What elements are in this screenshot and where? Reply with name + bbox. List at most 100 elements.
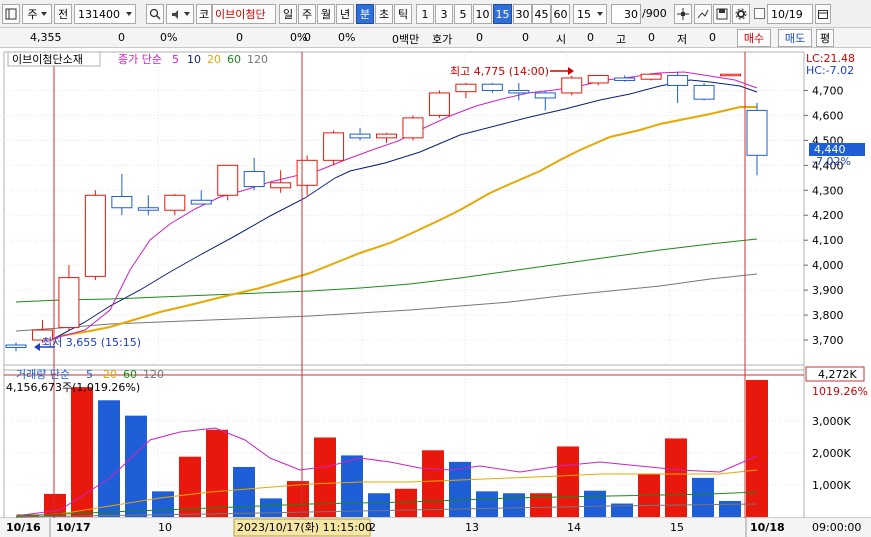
all-button[interactable]: 전 [54,4,72,24]
interval-45[interactable]: 45 [532,4,551,24]
gear-icon [735,8,747,20]
save-button[interactable] [713,4,731,24]
quote-price: 4,355 [30,31,62,44]
candle-body [270,182,292,189]
date-checkbox[interactable] [754,8,765,19]
candle-body [5,344,27,349]
volume-ma-20: 20 [103,368,117,381]
candle-body [402,117,424,139]
quote-open-label: 시 [556,33,567,46]
code-value: 131400 [78,7,120,21]
price-tick-label: 3,700 [812,334,844,347]
price-tick-label: 4,200 [812,209,844,222]
search-button[interactable] [146,4,164,24]
date-input[interactable]: 10/19 [767,4,813,24]
settings-button[interactable] [732,4,750,24]
x-label-7: 10/18 [750,521,785,534]
volume-ma-5: 5 [86,368,93,381]
candle-body [508,89,530,94]
price-ma-60: 60 [227,53,241,66]
price-tick-label: 4,100 [812,234,844,247]
interval-5[interactable]: 5 [454,4,472,24]
candle-body [720,73,742,77]
volume-bar [233,466,255,517]
volume-bar [260,498,282,517]
quote-change-2: 0 [236,31,243,44]
quote-change-1: 0 [118,31,125,44]
quote-rate-1: 0% [160,31,178,44]
current-volume: 4,272K [818,368,857,381]
chart-svg[interactable]: 최고 4,775 (14:00) 최저 3,655 (15:15) 이브이첨단소… [0,48,871,537]
quote-change-3: 0 [304,31,311,44]
cursor-time: 2023/10/17(화) 11:15:00 [237,521,372,534]
crosshair-button[interactable] [674,4,692,24]
period-month[interactable]: 월 [317,4,335,24]
price-ma-120: 120 [247,53,268,66]
volume-bar [503,493,525,517]
interval-15[interactable]: 15 [493,4,512,24]
draw-tool-button[interactable] [694,4,712,24]
chevron-down-icon [597,12,603,16]
interval-select[interactable]: 15 [573,4,607,24]
price-tick-label: 4,600 [812,109,844,122]
count-input[interactable]: 30 [611,4,641,24]
quote-low-label: 저 [677,33,688,46]
interval-30[interactable]: 30 [513,4,532,24]
interval-10[interactable]: 10 [473,4,492,24]
stock-name[interactable]: 이브이첨단 [212,4,276,24]
chart-area: 최고 4,775 (14:00) 최저 3,655 (15:15) 이브이첨단소… [0,48,871,537]
price-tick-label: 4,300 [812,184,844,197]
x-label-2: 10 [158,521,172,534]
quote-high-label: 고 [616,33,627,46]
candle [217,164,239,201]
layout-icon[interactable] [2,4,20,24]
draw-icon [697,9,709,19]
interval-1[interactable]: 1 [416,4,434,24]
volume-bar [395,488,417,517]
candle-body [640,73,662,80]
price-ma-10: 10 [187,53,201,66]
chevron-down-icon [126,12,132,16]
volume-tick-label: 2,000K [812,447,851,460]
volume-bar [368,493,390,517]
candle [428,90,450,118]
price-tick-label: 4,000 [812,259,844,272]
eval-button[interactable]: 평 [816,29,834,47]
candle [693,82,715,101]
quote-high: 0 [648,31,655,44]
speaker-button[interactable] [166,4,194,24]
candle-body [693,84,715,100]
candle [323,130,345,166]
candle-body [137,207,159,211]
volume-bar [746,380,768,517]
sell-button[interactable]: 매도 [778,29,812,47]
period-week[interactable]: 주 [298,4,316,24]
code-input[interactable]: 131400 [74,4,136,24]
interval-60[interactable]: 60 [551,4,570,24]
current-change: -7.02% [812,155,851,168]
interval-3[interactable]: 3 [435,4,453,24]
volume-axis: 3,000K 2,000K 1,000K [812,415,851,492]
quote-hoga-2: 0 [522,31,529,44]
volume-tick-label: 1,000K [812,479,851,492]
candle-body [164,194,186,211]
price-tick-label: 3,800 [812,309,844,322]
period-minute[interactable]: 분 [356,4,374,24]
price-tick-label: 3,900 [812,284,844,297]
candle-body [614,77,636,81]
candle [402,115,424,141]
time-label: 09:00:00 [812,521,861,534]
volume-ma-60: 60 [123,368,137,381]
item-type-select[interactable]: 주 [22,4,52,24]
chevron-down-icon [183,12,190,16]
period-second[interactable]: 초 [375,4,393,24]
period-day[interactable]: 일 [279,4,297,24]
period-tick[interactable]: 틱 [394,4,412,24]
quote-bar: 4,355 0 0% 0 0% 0 0% 0백만 호가 0 0 시 0 고 0 … [0,28,871,48]
period-year[interactable]: 년 [336,4,354,24]
buy-button[interactable]: 매수 [737,29,771,47]
candle-body [84,194,106,277]
toolbar: 주 전 131400 코 이브이첨단 일 주 월 년 분 초 틱 1 3 5 1… [0,0,871,28]
calendar-button[interactable] [815,4,831,24]
candle-body [534,92,556,99]
